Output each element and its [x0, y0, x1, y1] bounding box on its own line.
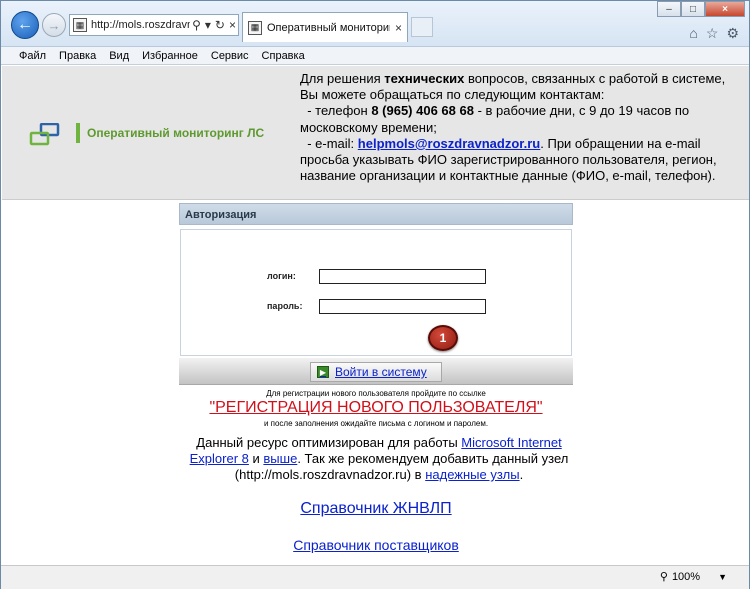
- menu-edit[interactable]: Правка: [59, 50, 96, 62]
- dropdown-arrow-icon[interactable]: ▾: [203, 18, 213, 32]
- registration-hint-after: и после заполнения ожидайте письма с лог…: [263, 419, 489, 428]
- back-button[interactable]: ←: [11, 11, 39, 39]
- contact-info: Для решения технических вопросов, связан…: [300, 71, 730, 184]
- new-tab-button[interactable]: [411, 17, 433, 37]
- menu-help[interactable]: Справка: [262, 50, 305, 62]
- chevron-down-icon[interactable]: ▼: [718, 572, 727, 582]
- menu-file[interactable]: Файл: [19, 50, 46, 62]
- password-label: пароль:: [267, 301, 303, 311]
- stop-icon[interactable]: ×: [227, 18, 238, 32]
- window-controls: – □ ×: [657, 1, 745, 17]
- browser-window: ← → ▦ http://mols.roszdravn... ⚲ ▾ ↻ × ▦…: [0, 0, 750, 589]
- login-button-label: Войти в систему: [335, 365, 427, 379]
- suppliers-reference-link[interactable]: Справочник поставщиков: [1, 537, 750, 553]
- login-label: логин:: [267, 271, 296, 281]
- arrow-left-icon: ←: [17, 16, 33, 33]
- address-bar[interactable]: ▦ http://mols.roszdravn... ⚲ ▾ ↻ ×: [69, 14, 239, 36]
- address-url[interactable]: http://mols.roszdravn...: [91, 19, 190, 31]
- email-prefix: - e-mail:: [300, 135, 358, 151]
- zoom-icon: ⚲: [659, 571, 668, 583]
- browser-toolbar: ← → ▦ http://mols.roszdravn... ⚲ ▾ ↻ × ▦…: [1, 1, 749, 47]
- higher-version-link[interactable]: выше: [263, 451, 297, 466]
- menu-tools[interactable]: Сервис: [211, 50, 249, 62]
- registration-hint: Для регистрации нового пользователя прой…: [266, 389, 486, 398]
- gear-icon[interactable]: ⚙: [726, 25, 739, 42]
- browser-recommendation: Данный ресурс оптимизирован для работы M…: [179, 435, 579, 483]
- login-button[interactable]: ▶ Войти в систему: [310, 362, 442, 382]
- maximize-button[interactable]: □: [681, 1, 705, 17]
- auth-form: логин: пароль:: [180, 229, 572, 356]
- refresh-icon[interactable]: ↻: [213, 18, 227, 32]
- home-icon[interactable]: ⌂: [689, 25, 697, 42]
- auth-title: Авторизация: [179, 203, 573, 225]
- login-bar: ▶ Войти в систему: [179, 358, 573, 385]
- logo-text: Оперативный мониторинг ЛС: [87, 126, 265, 140]
- password-input[interactable]: [319, 299, 486, 314]
- phone-prefix: - телефон: [300, 103, 372, 119]
- tab-favicon-icon: ▦: [248, 20, 262, 35]
- forward-button[interactable]: →: [42, 13, 66, 37]
- browser-tab[interactable]: ▦ Оперативный мониторинг ЛС ×: [242, 12, 408, 42]
- status-bar: ⚲ 100% ▼: [1, 565, 749, 589]
- zhnvlp-reference-link[interactable]: Справочник ЖНВЛП: [1, 500, 750, 518]
- tab-close-icon[interactable]: ×: [390, 21, 407, 35]
- registration-link[interactable]: "РЕГИСТРАЦИЯ НОВОГО ПОЛЬЗОВАТЕЛЯ": [1, 399, 750, 417]
- zoom-control[interactable]: ⚲ 100% ▼: [659, 570, 727, 584]
- recommendation-text-1: Данный ресурс оптимизирован для работы: [196, 435, 462, 450]
- recommendation-text-2: и: [248, 451, 264, 466]
- site-favicon-icon: ▦: [73, 18, 87, 32]
- close-window-button[interactable]: ×: [705, 1, 745, 17]
- auth-panel: Авторизация логин: пароль: ▶ Войти в сис…: [179, 203, 573, 385]
- login-input[interactable]: [319, 269, 486, 284]
- minimize-button[interactable]: –: [657, 1, 681, 17]
- contact-intro-bold: технических: [384, 71, 465, 86]
- zoom-level: 100%: [671, 570, 701, 583]
- arrow-right-icon: →: [47, 17, 61, 33]
- contact-intro: Для решения: [300, 71, 385, 86]
- search-icon[interactable]: ⚲: [190, 18, 203, 32]
- recommendation-text-4: .: [519, 467, 524, 482]
- logo-divider: [76, 123, 80, 143]
- trusted-sites-link[interactable]: надежные узлы: [425, 467, 519, 482]
- phone-number: 8 (965) 406 68 68: [371, 103, 474, 119]
- enter-icon: ▶: [317, 366, 329, 378]
- step-marker-badge: 1: [428, 325, 458, 351]
- menu-favorites[interactable]: Избранное: [142, 50, 198, 62]
- menu-bar: Файл Правка Вид Избранное Сервис Справка: [1, 47, 749, 65]
- logo-icon: [29, 123, 60, 146]
- tab-title: Оперативный мониторинг ЛС: [267, 21, 390, 34]
- favorites-star-icon[interactable]: ☆: [706, 25, 719, 42]
- email-link[interactable]: helpmols@roszdravnadzor.ru: [358, 136, 540, 151]
- browser-tools: ⌂ ☆ ⚙: [689, 25, 739, 42]
- menu-view[interactable]: Вид: [109, 50, 129, 62]
